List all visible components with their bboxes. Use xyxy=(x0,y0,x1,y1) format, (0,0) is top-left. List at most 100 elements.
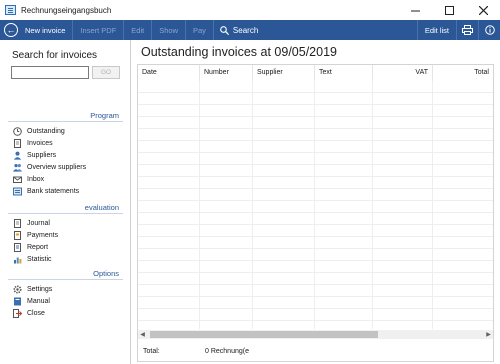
sidebar-item-payments[interactable]: Payments xyxy=(13,229,123,241)
back-button[interactable]: ← xyxy=(4,23,18,37)
table-cell xyxy=(138,237,200,249)
table-cell xyxy=(138,261,200,273)
table-row[interactable] xyxy=(138,309,493,321)
table-cell xyxy=(253,273,315,285)
sidebar-item-journal[interactable]: Journal xyxy=(13,217,123,229)
sidebar-item-overview-suppliers[interactable]: Overview suppliers xyxy=(13,161,123,173)
table-row[interactable] xyxy=(138,237,493,249)
edit-button[interactable]: Edit xyxy=(124,20,153,40)
search-input[interactable] xyxy=(11,66,89,79)
pay-button[interactable]: Pay xyxy=(186,20,214,40)
grid-header: Date Number Supplier Text VAT Total xyxy=(138,65,493,81)
column-header-number[interactable]: Number xyxy=(200,65,253,81)
info-icon xyxy=(484,25,495,35)
table-cell xyxy=(373,177,433,189)
search-button[interactable]: Search xyxy=(214,20,264,40)
table-row[interactable] xyxy=(138,249,493,261)
column-header-date[interactable]: Date xyxy=(138,65,200,81)
sidebar-item-settings[interactable]: Settings xyxy=(13,283,123,295)
table-row[interactable] xyxy=(138,201,493,213)
table-cell xyxy=(315,93,373,105)
evaluation-nav: Journal Payments Report Statistic xyxy=(13,217,123,265)
table-row[interactable] xyxy=(138,189,493,201)
table-row[interactable] xyxy=(138,165,493,177)
sidebar-item-bank-statements[interactable]: Bank statements xyxy=(13,185,123,197)
sidebar-item-statistic[interactable]: Statistic xyxy=(13,253,123,265)
exit-icon xyxy=(13,308,22,318)
maximize-icon xyxy=(444,5,454,15)
table-row[interactable] xyxy=(138,225,493,237)
table-cell xyxy=(433,177,493,189)
table-row[interactable] xyxy=(138,141,493,153)
table-row[interactable] xyxy=(138,105,493,117)
sidebar-item-report[interactable]: Report xyxy=(13,241,123,253)
table-row[interactable] xyxy=(138,81,493,93)
sidebar-item-manual[interactable]: Manual xyxy=(13,295,123,307)
table-cell xyxy=(373,153,433,165)
table-row[interactable] xyxy=(138,261,493,273)
sidebar: Search for invoices GO Program Outstandi… xyxy=(0,40,131,364)
table-cell xyxy=(200,297,253,309)
table-cell xyxy=(138,297,200,309)
sidebar-item-label: Overview suppliers xyxy=(27,163,87,171)
horizontal-scrollbar[interactable]: ◀ ▶ xyxy=(138,330,493,339)
table-cell xyxy=(315,297,373,309)
table-cell xyxy=(200,117,253,129)
table-cell xyxy=(373,129,433,141)
table-cell xyxy=(253,117,315,129)
sidebar-item-suppliers[interactable]: Suppliers xyxy=(13,149,123,161)
table-cell xyxy=(373,165,433,177)
table-row[interactable] xyxy=(138,297,493,309)
minimize-button[interactable] xyxy=(398,0,432,20)
column-header-total[interactable]: Total xyxy=(433,65,493,81)
table-cell xyxy=(253,213,315,225)
scroll-right-icon[interactable]: ▶ xyxy=(484,330,493,339)
table-cell xyxy=(253,297,315,309)
maximize-button[interactable] xyxy=(432,0,466,20)
sidebar-item-inbox[interactable]: Inbox xyxy=(13,173,123,185)
table-cell xyxy=(253,237,315,249)
table-row[interactable] xyxy=(138,129,493,141)
table-row[interactable] xyxy=(138,93,493,105)
total-label: Total: xyxy=(143,347,160,355)
column-header-text[interactable]: Text xyxy=(315,65,373,81)
sidebar-item-label: Report xyxy=(27,243,49,251)
title-bar: Rechnungseingangsbuch xyxy=(0,0,500,20)
insert-pdf-button[interactable]: Insert PDF xyxy=(73,20,125,40)
table-cell xyxy=(253,321,315,329)
table-cell xyxy=(253,105,315,117)
sidebar-item-invoices[interactable]: Invoices xyxy=(13,137,123,149)
payments-icon xyxy=(13,230,22,240)
section-options: Options xyxy=(8,269,123,280)
show-button[interactable]: Show xyxy=(152,20,186,40)
table-row[interactable] xyxy=(138,117,493,129)
scrollbar-thumb[interactable] xyxy=(150,331,378,338)
table-cell xyxy=(253,189,315,201)
sidebar-item-outstanding[interactable]: Outstanding xyxy=(13,125,123,137)
close-window-button[interactable] xyxy=(466,0,500,20)
table-row[interactable] xyxy=(138,213,493,225)
table-cell xyxy=(315,141,373,153)
table-row[interactable] xyxy=(138,321,493,329)
print-button[interactable] xyxy=(456,20,478,40)
scroll-left-icon[interactable]: ◀ xyxy=(138,330,147,339)
sidebar-item-close[interactable]: Close xyxy=(13,307,123,319)
column-header-supplier[interactable]: Supplier xyxy=(253,65,315,81)
table-row[interactable] xyxy=(138,153,493,165)
go-button[interactable]: GO xyxy=(92,66,120,79)
table-cell xyxy=(138,165,200,177)
new-invoice-button[interactable]: New invoice xyxy=(18,20,74,40)
column-header-vat[interactable]: VAT xyxy=(373,65,433,81)
info-button[interactable] xyxy=(478,20,500,40)
table-cell xyxy=(253,285,315,297)
table-row[interactable] xyxy=(138,285,493,297)
table-cell xyxy=(315,105,373,117)
sidebar-item-label: Bank statements xyxy=(27,187,80,195)
edit-list-button[interactable]: Edit list xyxy=(416,20,456,40)
section-evaluation: evaluation xyxy=(8,203,123,214)
table-cell xyxy=(138,321,200,329)
sidebar-item-label: Settings xyxy=(27,285,53,293)
table-row[interactable] xyxy=(138,273,493,285)
bank-statement-icon xyxy=(13,187,22,196)
table-row[interactable] xyxy=(138,177,493,189)
